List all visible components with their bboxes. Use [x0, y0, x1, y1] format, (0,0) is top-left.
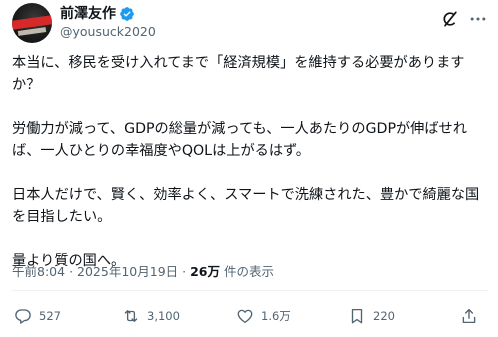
avatar[interactable] [12, 3, 52, 43]
tweet-metadata: 午前8:04 · 2025年10月19日 · 26万 件の表示 [12, 264, 274, 280]
grok-icon[interactable] [440, 9, 460, 29]
retweet-button[interactable]: 3,100 [122, 305, 180, 327]
tweet-date[interactable]: 2025年10月19日 [77, 264, 178, 279]
share-icon [462, 308, 476, 324]
retweet-icon [124, 310, 138, 322]
bookmark-button[interactable]: 220 [348, 305, 395, 327]
tweet-header: 前澤友作 @yousuck2020 [0, 0, 498, 44]
tweet-text: 本当に、移民を受け入れてまで「経済規模」を維持する必要がありますか？ 労働力が減… [12, 55, 480, 269]
action-bar: 527 3,100 1.6万 220 [0, 305, 498, 327]
meta-separator: · [182, 264, 187, 279]
retweet-count: 3,100 [147, 309, 180, 323]
heart-icon [237, 309, 253, 324]
author-name-row[interactable]: 前澤友作 [60, 5, 135, 23]
author-display-name[interactable]: 前澤友作 [60, 5, 116, 23]
reply-icon [15, 309, 31, 324]
verified-badge-icon [120, 7, 134, 21]
like-count: 1.6万 [261, 309, 291, 323]
reply-count: 527 [39, 309, 61, 323]
share-button[interactable] [460, 305, 478, 327]
bookmark-count: 220 [373, 309, 395, 323]
more-options-icon[interactable] [468, 9, 488, 29]
tweet-time[interactable]: 午前8:04 [12, 264, 65, 279]
meta-separator: · [69, 264, 74, 279]
divider [12, 290, 488, 291]
views-label[interactable]: 件の表示 [224, 264, 274, 279]
author-handle[interactable]: @yousuck2020 [60, 24, 156, 40]
like-button[interactable]: 1.6万 [236, 305, 291, 327]
reply-button[interactable]: 527 [14, 305, 61, 327]
views-count[interactable]: 26万 [190, 264, 220, 279]
bookmark-icon [351, 308, 363, 324]
